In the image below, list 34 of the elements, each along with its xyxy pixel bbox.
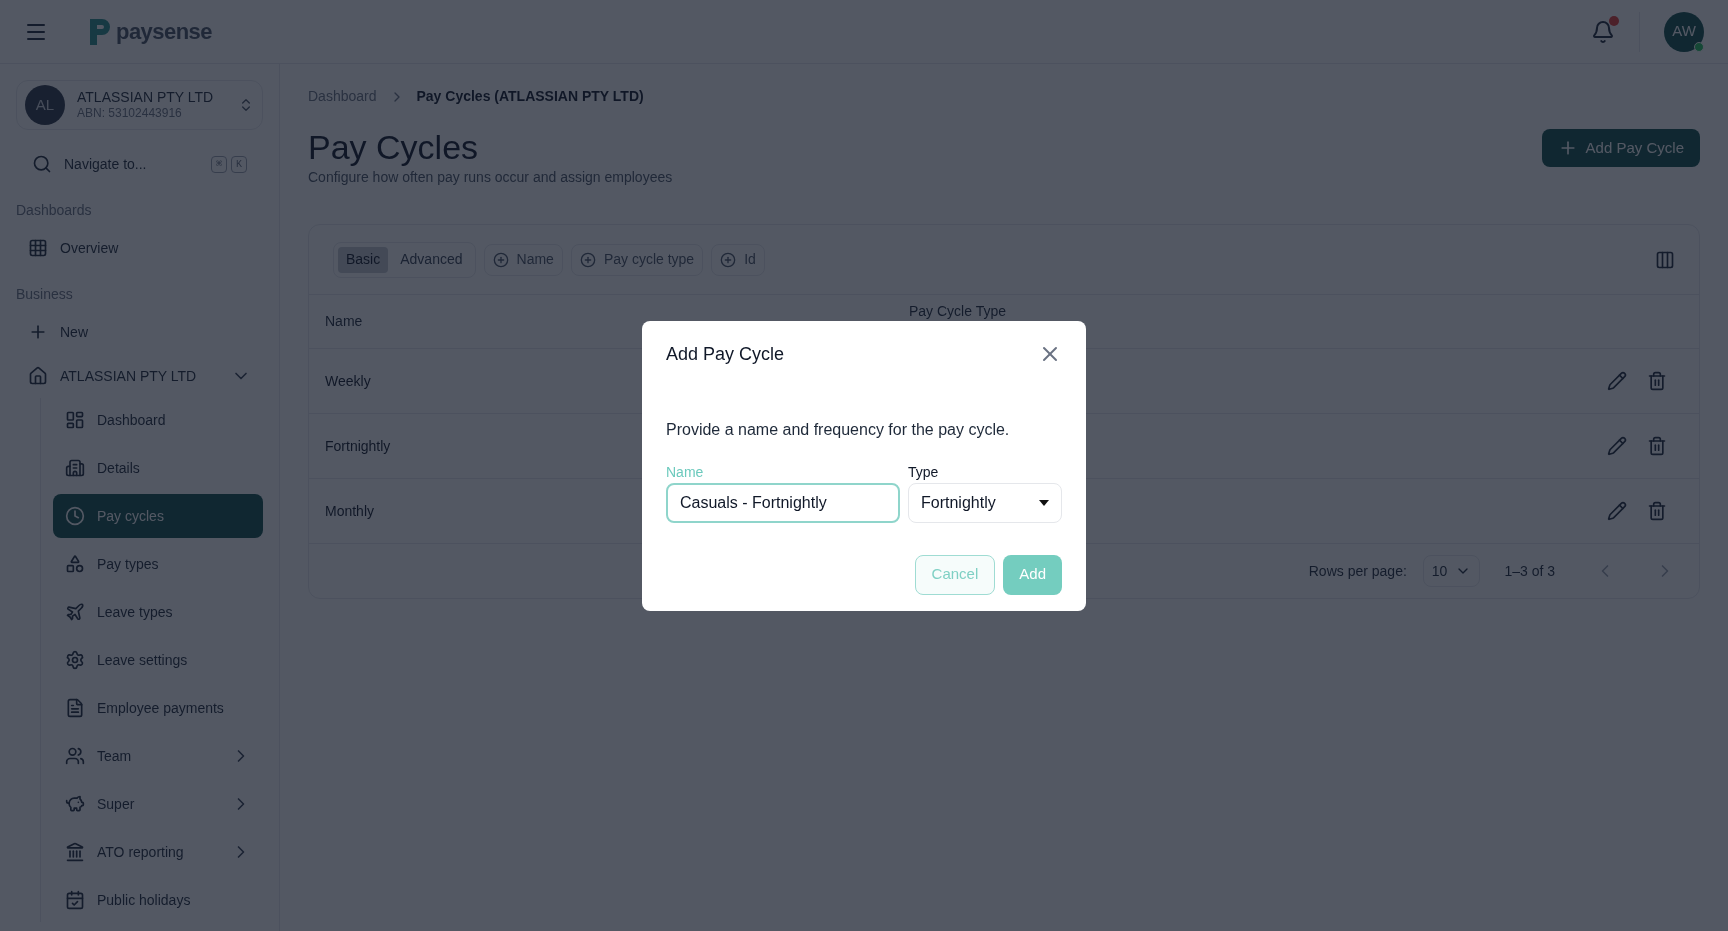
- field-label: Name: [666, 462, 705, 482]
- nav-label: Overview: [60, 238, 119, 258]
- page-title: Pay Cycles: [308, 127, 480, 167]
- nav-label: Details: [97, 458, 140, 478]
- dialog-description: Provide a name and frequency for the pay cycle.: [666, 419, 1011, 440]
- table-cell-text: Weekly: [325, 371, 371, 391]
- nav-label: Pay types: [97, 554, 159, 574]
- name-input[interactable]: Casuals - Fortnightly: [666, 482, 900, 523]
- page-range: 1–3 of 3: [1504, 561, 1555, 581]
- nav-label: Employee payments: [97, 698, 224, 718]
- nav-label: Public holidays: [97, 890, 191, 910]
- table-cell-text: Monthly: [325, 501, 375, 521]
- nav-label: Leave types: [97, 602, 173, 622]
- caret-icon: [1039, 499, 1049, 506]
- nav-label: Super: [97, 794, 135, 814]
- column-header: Pay Cycle Type: [909, 302, 1006, 321]
- nav-label: ATO reporting: [97, 842, 184, 862]
- nav-label: Dashboard: [97, 410, 166, 430]
- nav-label: New: [60, 322, 88, 342]
- nav-label: Leave settings: [97, 650, 188, 670]
- type-select[interactable]: Fortnightly: [908, 482, 1062, 523]
- column-header: Name: [324, 312, 364, 331]
- nav-label: Pay cycles: [97, 506, 164, 526]
- field-label: Type: [908, 462, 940, 482]
- rows-per-page-label: Rows per page:: [1308, 561, 1407, 581]
- org-name: ATLASSIAN PTY LTD: [77, 88, 214, 107]
- dialog-title: Add Pay Cycle: [666, 342, 785, 366]
- breadcrumb-item: Pay Cycles (ATLASSIAN PTY LTD): [416, 87, 644, 106]
- nav-label: Team: [97, 746, 132, 766]
- add-button[interactable]: Add: [1003, 554, 1062, 595]
- navigate-placeholder: Navigate to...: [64, 154, 147, 174]
- table-cell-text: Fortnightly: [325, 436, 391, 456]
- nav-label: ATLASSIAN PTY LTD: [60, 366, 197, 386]
- cancel-button[interactable]: Cancel: [914, 554, 996, 595]
